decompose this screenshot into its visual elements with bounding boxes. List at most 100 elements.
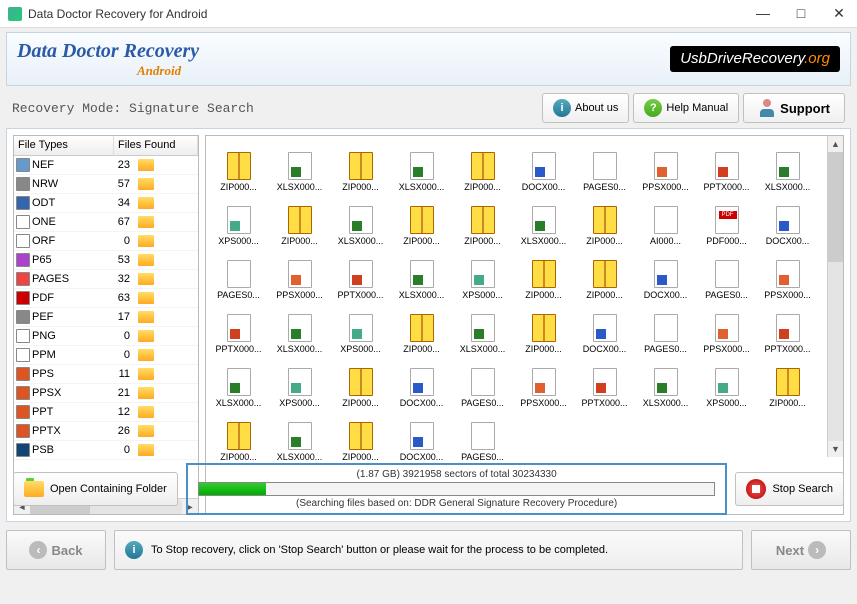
file-item[interactable]: XLSX000... <box>330 194 391 246</box>
v-scrollbar[interactable]: ▲ ▼ <box>827 136 843 457</box>
file-item[interactable]: XPS000... <box>269 356 330 408</box>
file-item[interactable]: ZIP000... <box>269 194 330 246</box>
folder-icon <box>138 159 154 171</box>
file-item[interactable]: PDF000... <box>696 194 757 246</box>
file-item[interactable]: XLSX000... <box>269 410 330 462</box>
col-files-found[interactable]: Files Found <box>114 136 198 155</box>
file-type-row[interactable]: PPSX21 <box>14 384 198 403</box>
file-item[interactable]: ZIP000... <box>330 410 391 462</box>
support-button[interactable]: Support <box>743 93 845 123</box>
file-item[interactable]: PAGES0... <box>452 356 513 408</box>
stop-icon <box>746 479 766 499</box>
file-type-row[interactable]: PEF17 <box>14 308 198 327</box>
file-item[interactable]: PPSX000... <box>513 356 574 408</box>
file-item[interactable]: PAGES0... <box>452 410 513 462</box>
file-item[interactable]: ZIP000... <box>513 248 574 300</box>
file-item[interactable]: ZIP000... <box>757 356 818 408</box>
file-item[interactable]: XPS000... <box>452 248 513 300</box>
file-label: ZIP000... <box>403 344 440 354</box>
file-item[interactable]: ZIP000... <box>513 302 574 354</box>
file-item[interactable]: ZIP000... <box>330 356 391 408</box>
file-type-row[interactable]: ORF0 <box>14 232 198 251</box>
folder-icon <box>138 216 154 228</box>
scroll-down-icon[interactable]: ▼ <box>828 441 843 457</box>
file-item[interactable]: PAGES0... <box>208 248 269 300</box>
file-label: DOCX00... <box>766 236 810 246</box>
close-button[interactable]: ✕ <box>829 5 849 22</box>
file-item[interactable]: XLSX000... <box>208 356 269 408</box>
v-scroll-thumb[interactable] <box>828 152 843 262</box>
file-item[interactable]: XPS000... <box>208 194 269 246</box>
file-type-row[interactable]: ODT34 <box>14 194 198 213</box>
file-item[interactable]: XLSX000... <box>391 248 452 300</box>
file-types-list[interactable]: NEF23NRW57ODT34ONE67ORF0P6553PAGES32PDF6… <box>14 156 198 498</box>
file-type-row[interactable]: ONE67 <box>14 213 198 232</box>
file-item[interactable]: ZIP000... <box>452 140 513 192</box>
back-button[interactable]: ‹ Back <box>6 530 106 570</box>
folder-icon <box>138 273 154 285</box>
file-item[interactable]: DOCX00... <box>635 248 696 300</box>
file-type-row[interactable]: P6553 <box>14 251 198 270</box>
file-item[interactable]: PPTX000... <box>330 248 391 300</box>
file-item[interactable]: ZIP000... <box>330 140 391 192</box>
file-item[interactable]: PPSX000... <box>696 302 757 354</box>
file-item[interactable]: ZIP000... <box>391 302 452 354</box>
file-item[interactable]: PPTX000... <box>757 302 818 354</box>
file-item[interactable]: XPS000... <box>696 356 757 408</box>
file-item[interactable]: XLSX000... <box>269 302 330 354</box>
file-type-row[interactable]: PNG0 <box>14 327 198 346</box>
file-item[interactable]: ZIP000... <box>574 248 635 300</box>
file-item[interactable]: XLSX000... <box>269 140 330 192</box>
file-item[interactable]: PAGES0... <box>696 248 757 300</box>
next-button[interactable]: Next › <box>751 530 851 570</box>
file-type-row[interactable]: PPTX26 <box>14 422 198 441</box>
file-item[interactable]: PAGES0... <box>635 302 696 354</box>
file-item[interactable]: XLSX000... <box>452 302 513 354</box>
file-type-row[interactable]: PDF63 <box>14 289 198 308</box>
file-type-row[interactable]: PAGES32 <box>14 270 198 289</box>
file-item[interactable]: ZIP000... <box>208 140 269 192</box>
file-item[interactable]: PPSX000... <box>269 248 330 300</box>
file-grid[interactable]: ZIP000...XLSX000...ZIP000...XLSX000...ZI… <box>206 136 843 514</box>
file-item[interactable]: ZIP000... <box>391 194 452 246</box>
file-item[interactable]: DOCX00... <box>391 410 452 462</box>
file-item[interactable]: ZIP000... <box>452 194 513 246</box>
file-item[interactable]: XLSX000... <box>635 356 696 408</box>
minimize-button[interactable]: — <box>753 5 773 22</box>
file-item[interactable]: DOCX00... <box>513 140 574 192</box>
file-type-row[interactable]: PPT12 <box>14 403 198 422</box>
file-item[interactable]: DOCX00... <box>391 356 452 408</box>
file-item[interactable]: PPTX000... <box>208 302 269 354</box>
ppsx-file-icon <box>715 314 739 342</box>
file-type-row[interactable]: PSB0 <box>14 441 198 460</box>
maximize-button[interactable]: □ <box>791 5 811 22</box>
file-item[interactable]: AI000... <box>635 194 696 246</box>
file-type-row[interactable]: PPM0 <box>14 346 198 365</box>
about-button[interactable]: i About us <box>542 93 629 123</box>
file-item[interactable]: XLSX000... <box>513 194 574 246</box>
file-item[interactable]: PPTX000... <box>574 356 635 408</box>
help-button[interactable]: ? Help Manual <box>633 93 739 123</box>
file-item[interactable]: PPTX000... <box>696 140 757 192</box>
file-type-row[interactable]: PPS11 <box>14 365 198 384</box>
file-item[interactable]: DOCX00... <box>757 194 818 246</box>
file-item[interactable]: XLSX000... <box>391 140 452 192</box>
file-item[interactable]: ZIP000... <box>208 410 269 462</box>
file-label: PAGES0... <box>583 182 626 192</box>
file-label: ZIP000... <box>525 290 562 300</box>
file-item[interactable]: PAGES0... <box>574 140 635 192</box>
file-item[interactable]: ZIP000... <box>574 194 635 246</box>
file-label: XPS000... <box>706 398 747 408</box>
stop-search-button[interactable]: Stop Search <box>735 472 844 506</box>
file-type-row[interactable]: NEF23 <box>14 156 198 175</box>
col-file-types[interactable]: File Types <box>14 136 114 155</box>
xps-file-icon <box>227 206 251 234</box>
file-item[interactable]: XPS000... <box>330 302 391 354</box>
file-item[interactable]: XLSX000... <box>757 140 818 192</box>
open-folder-button[interactable]: Open Containing Folder <box>13 472 178 506</box>
file-type-row[interactable]: NRW57 <box>14 175 198 194</box>
file-item[interactable]: PPSX000... <box>757 248 818 300</box>
file-item[interactable]: DOCX00... <box>574 302 635 354</box>
scroll-up-icon[interactable]: ▲ <box>828 136 843 152</box>
file-item[interactable]: PPSX000... <box>635 140 696 192</box>
